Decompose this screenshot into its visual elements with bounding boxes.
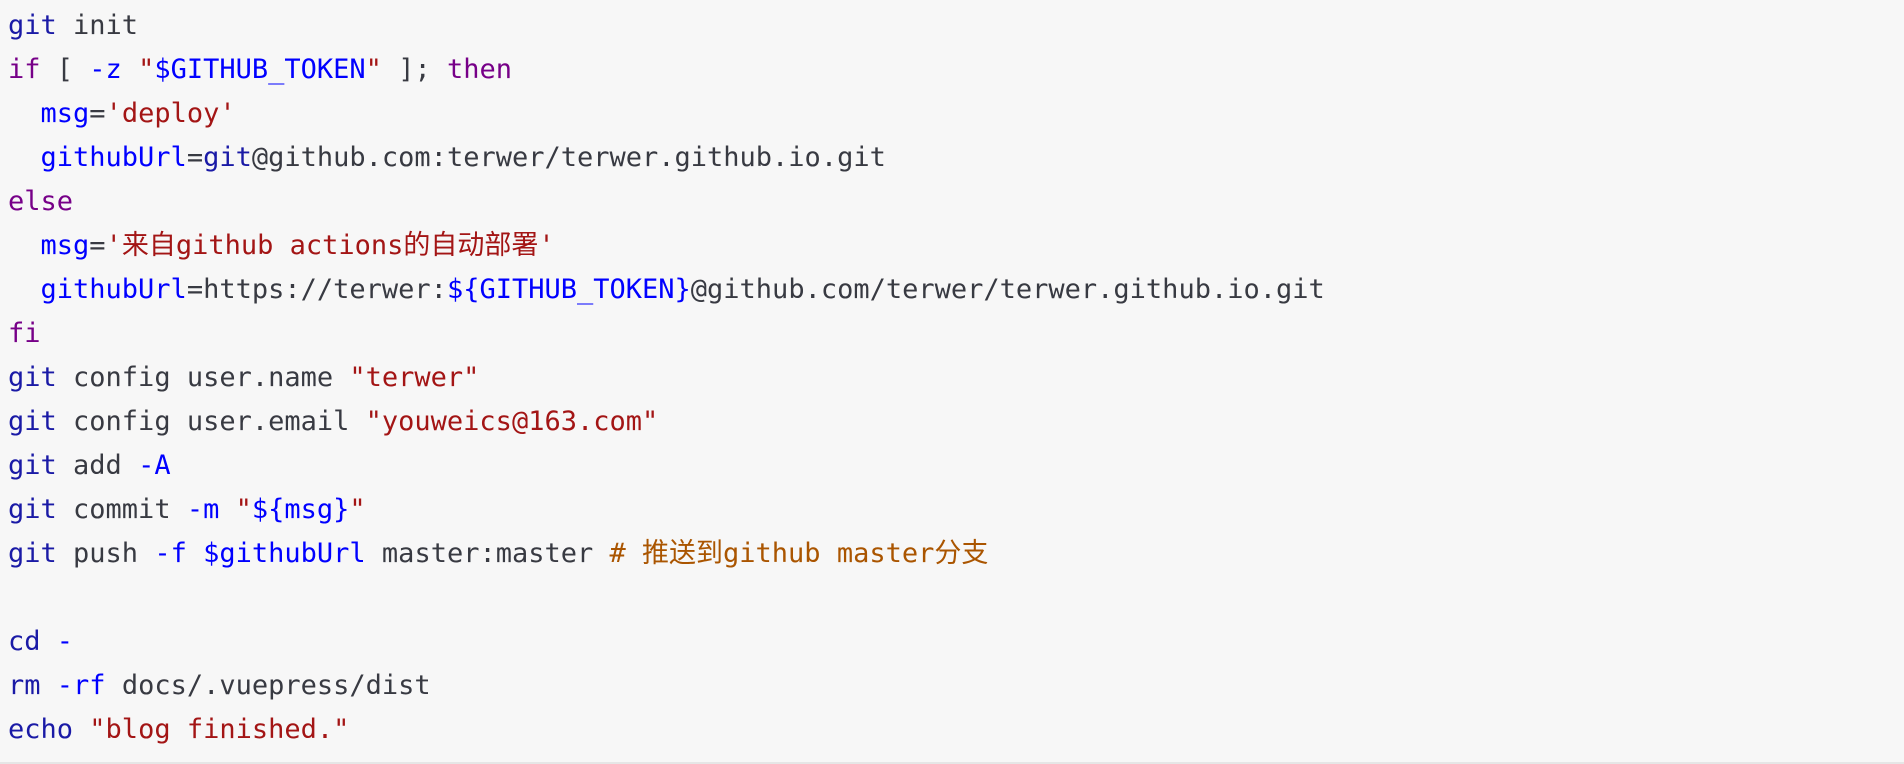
code-token-var: githubUrl: [40, 142, 187, 173]
code-token-var: -A: [138, 450, 171, 481]
code-line: else: [8, 180, 1904, 224]
code-token-op: =: [89, 230, 106, 261]
code-token-str: ": [235, 494, 252, 525]
code-token-txt: config user.email: [56, 406, 366, 437]
code-lines: git init if [ -z "$GITHUB_TOKEN" ]; then …: [8, 4, 1904, 752]
code-token-str: 'deploy': [105, 98, 236, 129]
code-token-var: -m: [186, 494, 220, 525]
code-token-cmd: git: [8, 362, 57, 393]
code-token-str: "blog finished.": [89, 714, 350, 745]
code-token-cmd: echo: [8, 714, 74, 745]
code-token-str: '来自github actions的自动部署': [105, 230, 555, 261]
code-token-kw: then: [446, 54, 512, 85]
code-line: githubUrl=git@github.com:terwer/terwer.g…: [8, 136, 1904, 180]
code-token-txt: init: [56, 10, 139, 41]
code-token-str: ": [138, 54, 155, 85]
code-token-var: $GITHUB_TOKEN: [154, 54, 366, 85]
code-token-var: ${msg}: [251, 494, 350, 525]
code-line: git init: [8, 4, 1904, 48]
code-token-cmd: git: [8, 494, 57, 525]
code-token-var: ${GITHUB_TOKEN}: [446, 274, 691, 305]
code-token-str: "youweics@163.com": [365, 406, 659, 437]
code-line: rm -rf docs/.vuepress/dist: [8, 664, 1904, 708]
code-token-txt: ];: [381, 54, 447, 85]
code-token-var: -: [56, 626, 74, 657]
code-token-op: =: [89, 98, 106, 129]
code-line: git commit -m "${msg}": [8, 488, 1904, 532]
code-line: git config user.name "terwer": [8, 356, 1904, 400]
code-line: githubUrl=https://terwer:${GITHUB_TOKEN}…: [8, 268, 1904, 312]
code-token-kw: fi: [8, 318, 41, 349]
code-token-txt: push: [56, 538, 155, 569]
code-line: fi: [8, 312, 1904, 356]
code-line: git add -A: [8, 444, 1904, 488]
code-line: echo "blog finished.": [8, 708, 1904, 752]
code-line: msg='deploy': [8, 92, 1904, 136]
code-token-str: ": [365, 54, 382, 85]
code-token-op: =: [186, 274, 204, 305]
code-token-var: -rf: [56, 670, 106, 701]
code-token-cmd: cd: [8, 626, 41, 657]
code-token-cmt: # 推送到github master分支: [609, 538, 989, 569]
code-token-str: ": [349, 494, 366, 525]
code-token-kw: else: [8, 186, 74, 217]
code-token-txt: https://terwer:: [203, 274, 447, 305]
code-token-kw: if: [8, 54, 41, 85]
code-token-var: $githubUrl: [203, 538, 366, 569]
code-line: git config user.email "youweics@163.com": [8, 400, 1904, 444]
code-token-var: msg: [40, 230, 90, 261]
code-token-txt: @github.com:terwer/terwer.github.io.git: [251, 142, 886, 173]
code-token-txt: docs/.vuepress/dist: [105, 670, 431, 701]
code-line: git push -f $githubUrl master:master # 推…: [8, 532, 1904, 576]
code-token-cmd: git: [203, 142, 252, 173]
code-token-cmd: git: [8, 406, 57, 437]
code-token-var: -z: [89, 54, 122, 85]
code-line: cd -: [8, 620, 1904, 664]
code-token-cmd: rm: [8, 670, 41, 701]
code-line: ​: [8, 576, 1904, 620]
code-token-txt: add: [56, 450, 139, 481]
code-token-txt: config user.name: [56, 362, 350, 393]
code-token-var: githubUrl: [40, 274, 187, 305]
code-token-var: -f: [154, 538, 187, 569]
code-token-txt: @github.com/terwer/terwer.github.io.git: [690, 274, 1325, 305]
code-token-op: =: [186, 142, 204, 173]
code-token-txt: commit: [56, 494, 187, 525]
code-token-txt: master:master: [365, 538, 610, 569]
code-token-cmd: git: [8, 538, 57, 569]
code-line: msg='来自github actions的自动部署': [8, 224, 1904, 268]
code-token-txt: [: [40, 54, 90, 85]
code-line: if [ -z "$GITHUB_TOKEN" ]; then: [8, 48, 1904, 92]
code-token-var: msg: [40, 98, 90, 129]
code-token-cmd: git: [8, 450, 57, 481]
code-token-cmd: git: [8, 10, 57, 41]
code-token-str: "terwer": [349, 362, 480, 393]
code-block: git init if [ -z "$GITHUB_TOKEN" ]; then …: [0, 0, 1904, 764]
